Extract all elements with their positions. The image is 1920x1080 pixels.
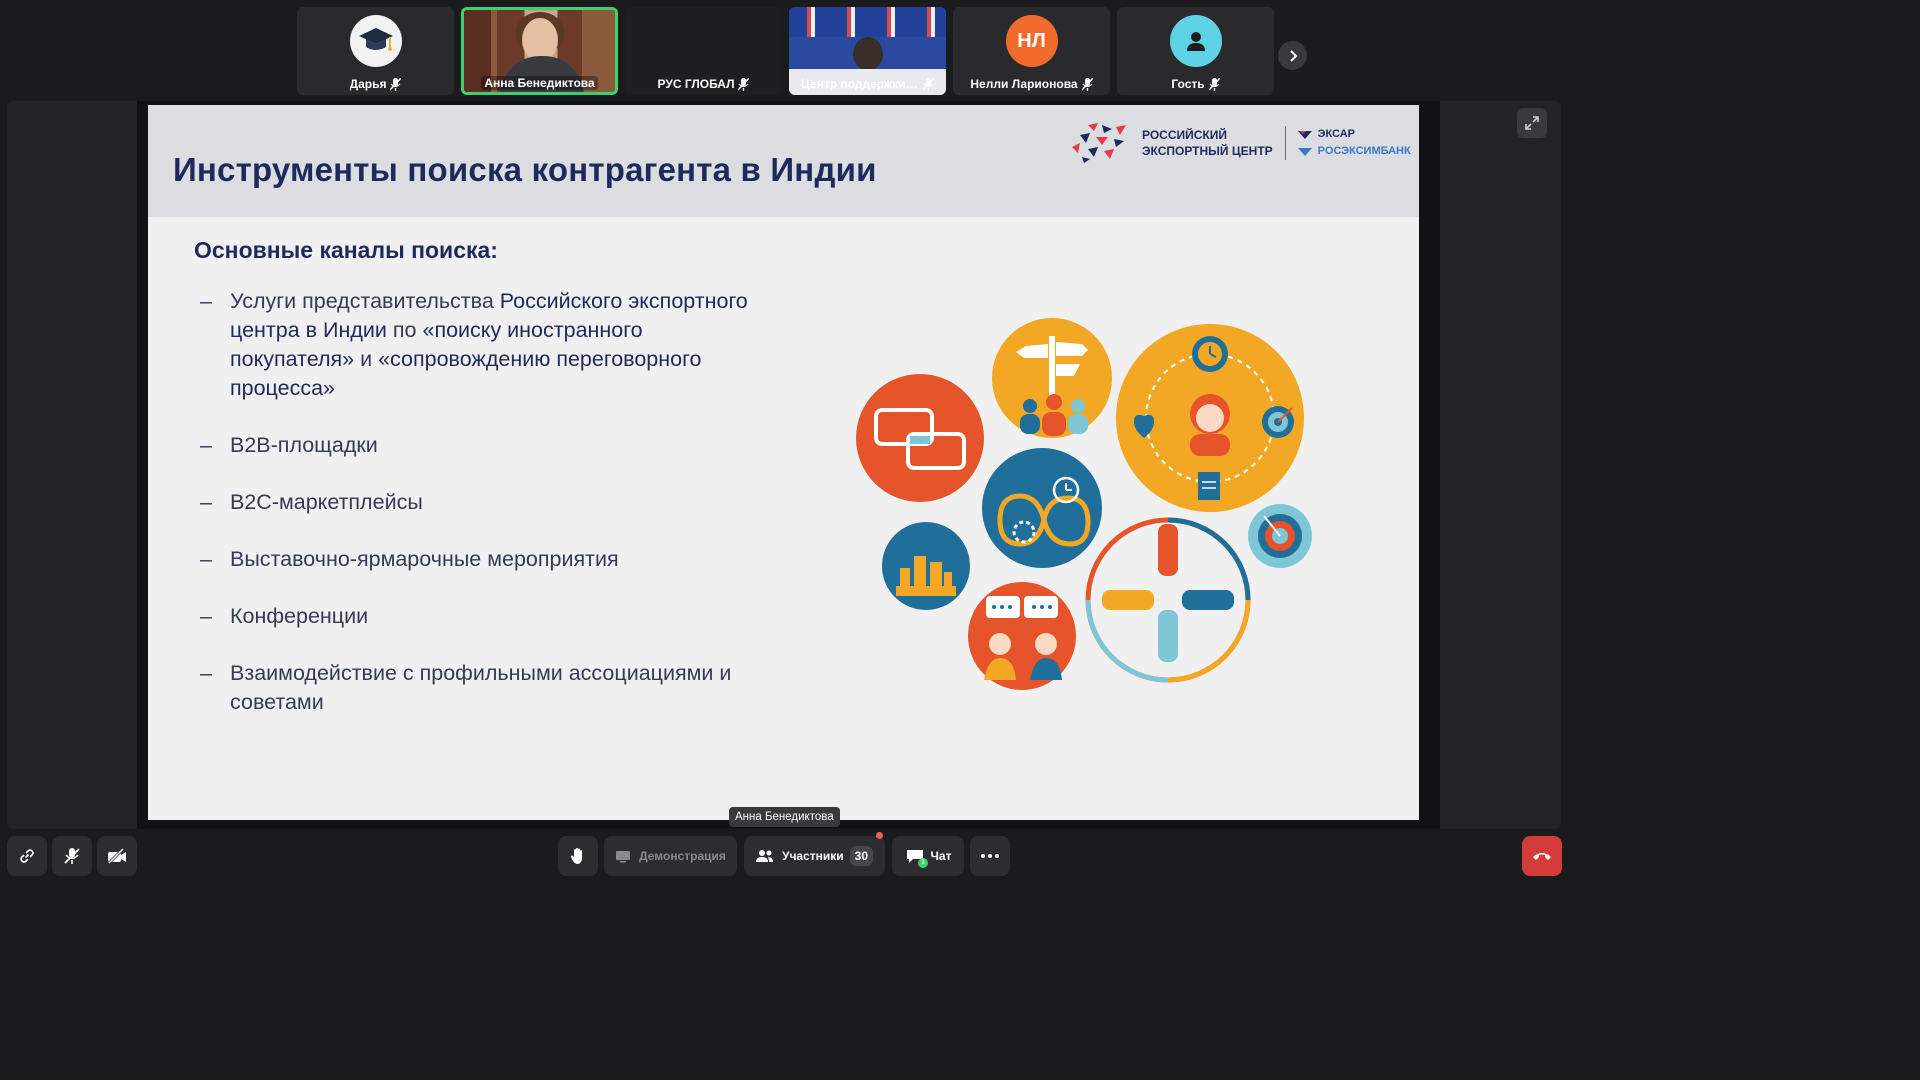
- exiar-logo-text: ЭКСАР: [1317, 128, 1356, 140]
- participant-name: РУС ГЛОБАЛ: [657, 77, 735, 91]
- slide-illustration: [856, 318, 1312, 690]
- chess-pieces-icon: [882, 522, 970, 610]
- participant-tile-support-center[interactable]: Центр поддержки ...: [789, 7, 946, 95]
- mic-muted-icon: [923, 77, 934, 91]
- bullet-dash: –: [200, 547, 212, 571]
- chevron-right-icon: [1289, 49, 1297, 62]
- roseximbank-mark-icon: [1297, 147, 1312, 156]
- participant-name: Нелли Ларионова: [970, 77, 1078, 91]
- participants-count-badge: 30: [849, 846, 874, 866]
- fullscreen-button[interactable]: [1517, 108, 1547, 138]
- bullet-dash: –: [200, 604, 212, 628]
- link-icon: [20, 849, 34, 863]
- mic-muted-icon: [1081, 77, 1093, 91]
- partner-logos: ЭКСАР РОСЭКСИМБАНК: [1297, 126, 1411, 160]
- exiar-mark-icon: [1297, 130, 1312, 139]
- bullet-item: – Взаимодействие с профильными ассоциация…: [200, 659, 760, 717]
- target-icon: [1248, 504, 1312, 568]
- participants-button[interactable]: Участники 30: [744, 832, 885, 876]
- participant-strip: Дарья Анна Бенедиктова РУС ГЛОБАЛ Центр …: [297, 7, 1274, 95]
- bullet-item: – Выставочно-ярмарочные мероприятия: [200, 545, 760, 574]
- participants-icon: [755, 850, 773, 862]
- slide-logo: РОССИЙСКИЙ ЭКСПОРТНЫЙ ЦЕНТР ЭКСАР РОСЭКС…: [1068, 121, 1411, 165]
- presenter-label: Анна Бенедиктова: [729, 807, 840, 827]
- participants-label: Участники: [781, 849, 844, 863]
- chat-label: Чат: [930, 849, 952, 863]
- mic-muted-icon: [738, 77, 750, 91]
- mic-off-icon: [64, 848, 80, 864]
- slide-title: Инструменты поиска контрагента в Индии: [173, 151, 877, 188]
- bullet-item: – B2B-площадки: [200, 431, 760, 460]
- raise-hand-button[interactable]: [558, 836, 598, 876]
- bullet-text: Услуги представительства Российского экс…: [230, 289, 748, 400]
- chat-button[interactable]: 1 Чат: [892, 836, 964, 876]
- bullet-list: – Услуги представительства Российского э…: [200, 287, 760, 717]
- initials-avatar: НЛ: [1005, 15, 1058, 67]
- participant-name: Анна Бенедиктова: [481, 76, 598, 90]
- rec-logo-line1: РОССИЙСКИЙ: [1142, 128, 1228, 142]
- bullet-text: B2C-маркетплейсы: [230, 490, 423, 514]
- logo-divider: [1284, 126, 1286, 160]
- manager-goals-icon: [1116, 324, 1304, 512]
- next-participants-button[interactable]: [1278, 41, 1307, 70]
- rec-logo-text: РОССИЙСКИЙ ЭКСПОРТНЫЙ ЦЕНТР: [1142, 127, 1273, 159]
- bullet-text: Конференции: [230, 604, 369, 628]
- guest-avatar: [1169, 15, 1222, 67]
- copy-link-button[interactable]: [7, 836, 47, 876]
- bullet-dash: –: [200, 289, 212, 313]
- infinity-gear-clock-icon: [982, 448, 1102, 568]
- hang-up-icon: [1533, 853, 1551, 860]
- chat-unread-badge: 1: [918, 858, 928, 868]
- mic-muted-icon: [1208, 77, 1220, 91]
- bullet-text: Выставочно-ярмарочные мероприятия: [230, 547, 619, 571]
- bullet-item: – B2C-маркетплейсы: [200, 488, 760, 517]
- rec-logo-icon: [1072, 123, 1126, 163]
- microphone-toggle-button[interactable]: [52, 836, 92, 876]
- bullet-text: B2B-площадки: [230, 433, 378, 457]
- graduation-cap-avatar: [349, 15, 402, 67]
- bullet-dash: –: [200, 661, 212, 685]
- bullet-dash: –: [200, 490, 212, 514]
- participant-tile-nelli[interactable]: НЛ Нелли Ларионова: [953, 7, 1110, 95]
- participant-name: Дарья: [349, 77, 387, 91]
- signpost-people-icon: [992, 318, 1112, 438]
- slide-subtitle: Основные каналы поиска:: [194, 237, 498, 263]
- monitor-icon: [616, 850, 631, 862]
- teamwork-hands-icon: [1085, 517, 1251, 683]
- conversation-people-icon: [968, 582, 1076, 690]
- bullet-item: – Конференции: [200, 602, 760, 631]
- leave-call-button[interactable]: [1522, 836, 1562, 876]
- user-icon: [1186, 32, 1205, 51]
- camera-toggle-button[interactable]: [97, 836, 137, 876]
- more-options-button[interactable]: [970, 836, 1010, 876]
- bullet-text: Взаимодействие с профильными ассоциациям…: [230, 661, 732, 714]
- participant-name: Центр поддержки ...: [801, 77, 919, 91]
- participant-tile-rus-global[interactable]: РУС ГЛОБАЛ: [625, 7, 782, 95]
- presentation-slide: Инструменты поиска контрагента в Индии Р…: [148, 105, 1419, 820]
- rec-logo-line2: ЭКСПОРТНЫЙ ЦЕНТР: [1142, 144, 1273, 158]
- roseximbank-logo-text: РОСЭКСИМБАНК: [1317, 145, 1411, 157]
- participant-tile-darya[interactable]: Дарья: [297, 7, 454, 95]
- expand-icon: [1525, 116, 1539, 130]
- screen-share-button[interactable]: Демонстрация: [604, 836, 737, 876]
- more-dots-icon: [981, 854, 999, 858]
- chat-bubbles-icon: [856, 374, 984, 502]
- bullet-item: – Услуги представительства Российского э…: [200, 287, 760, 403]
- graduation-cap-icon: [358, 28, 393, 51]
- participant-tile-guest[interactable]: Гость: [1117, 7, 1274, 95]
- mic-muted-icon: [390, 77, 402, 91]
- screen-share-label: Демонстрация: [639, 849, 726, 863]
- participant-tile-anna[interactable]: Анна Бенедиктова: [461, 7, 618, 95]
- notification-dot: [876, 832, 883, 839]
- bullet-dash: –: [200, 433, 212, 457]
- raise-hand-icon: [570, 848, 582, 864]
- participant-name: Гость: [1171, 77, 1205, 91]
- camera-off-icon: [107, 848, 126, 864]
